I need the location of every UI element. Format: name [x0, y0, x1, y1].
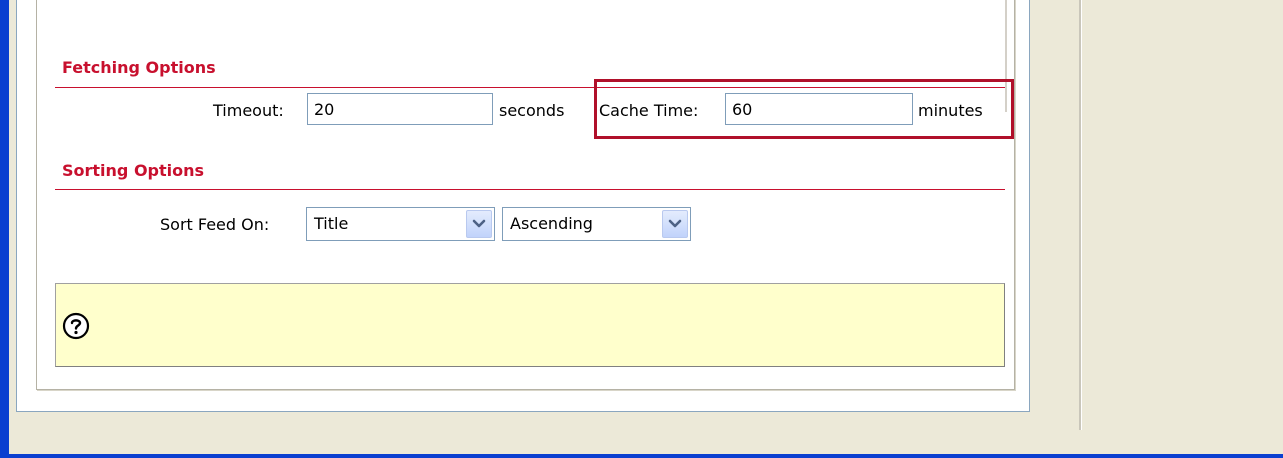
sort-field-select[interactable]: Title	[306, 207, 495, 241]
sort-order-value: Ascending	[510, 214, 593, 233]
side-pane-divider	[1079, 0, 1082, 430]
sort-order-select[interactable]: Ascending	[502, 207, 691, 241]
window-left-border	[0, 0, 9, 458]
help-box	[55, 283, 1005, 367]
chevron-down-icon[interactable]	[466, 210, 492, 238]
sort-field-value: Title	[314, 214, 349, 233]
sorting-options-rule	[55, 189, 1005, 190]
timeout-label: Timeout:	[213, 101, 284, 120]
question-circle-icon[interactable]	[62, 312, 90, 340]
timeout-unit-label: seconds	[499, 101, 565, 120]
timeout-input[interactable]	[307, 93, 493, 125]
fetching-options-header: Fetching Options	[62, 58, 216, 77]
cache-time-highlight	[594, 79, 1014, 139]
sort-feed-on-label: Sort Feed On:	[160, 215, 270, 234]
chevron-down-icon[interactable]	[662, 210, 688, 238]
sorting-options-header: Sorting Options	[62, 161, 205, 180]
window-bottom-border	[0, 454, 1283, 458]
